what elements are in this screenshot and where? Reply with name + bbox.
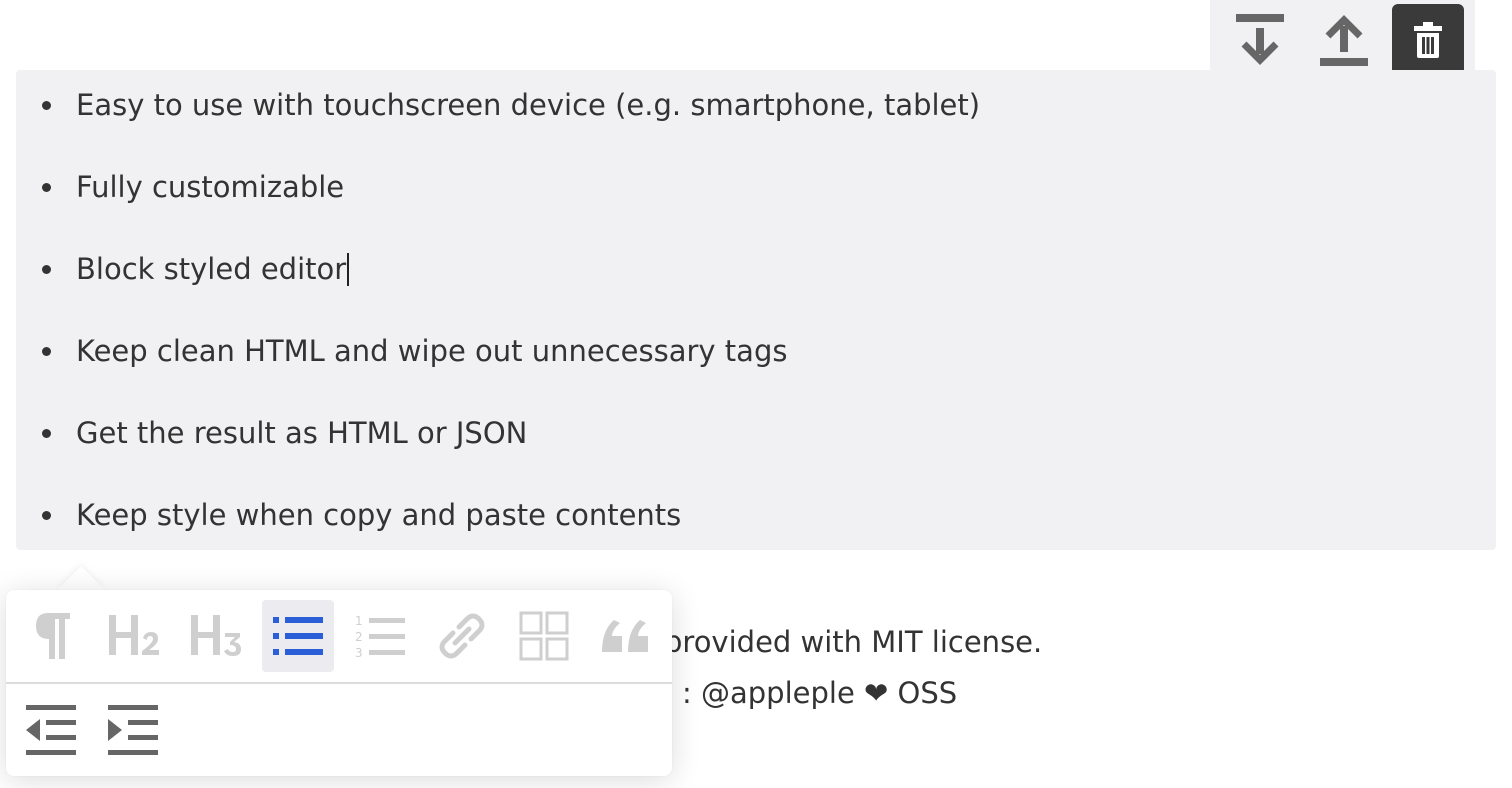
bullet-icon: [42, 429, 51, 438]
heading-3-icon: [191, 615, 241, 656]
toolbar-pointer: [57, 566, 105, 590]
list-item[interactable]: Easy to use with touchscreen device (e.g…: [42, 85, 981, 125]
list-item-text: Get the result as HTML or JSON: [76, 416, 528, 450]
bullet-icon: [42, 101, 51, 110]
block-controls: [1210, 0, 1475, 80]
move-block-up-button[interactable]: [1308, 4, 1380, 76]
list-item-text: Block styled editor: [76, 252, 347, 286]
list-item[interactable]: Block styled editor: [42, 249, 350, 289]
list-item-text: Easy to use with touchscreen device (e.g…: [76, 88, 981, 122]
toolbar-divider: [6, 682, 672, 684]
text-cursor: [347, 252, 350, 286]
bullet-icon: [42, 183, 51, 192]
heading-2-icon: [109, 615, 159, 655]
indent-button[interactable]: [98, 694, 170, 766]
list-item-text: Keep style when copy and paste contents: [76, 498, 682, 532]
svg-text:1: 1: [355, 614, 363, 628]
paragraph-button[interactable]: [16, 600, 88, 672]
outdent-icon: [26, 705, 76, 755]
editor-page: provided with MIT license. : @appleple ❤…: [0, 0, 1512, 788]
bullet-icon: [42, 347, 51, 356]
bullet-icon: [42, 511, 51, 520]
paragraph-icon: [36, 613, 70, 659]
arrow-down-to-bar-icon: [1236, 14, 1284, 65]
heading-2-button[interactable]: [98, 600, 170, 672]
numbered-list-icon: 1 2 3: [355, 614, 405, 658]
list-item-text: Keep clean HTML and wipe out unnecessary…: [76, 334, 788, 368]
trash-icon: [1414, 22, 1442, 58]
grid-button[interactable]: [508, 600, 580, 672]
list-item[interactable]: Get the result as HTML or JSON: [42, 413, 528, 453]
svg-text:2: 2: [355, 630, 363, 644]
delete-block-button[interactable]: [1392, 4, 1464, 76]
list-item[interactable]: Keep style when copy and paste contents: [42, 495, 682, 535]
bulleted-list-button[interactable]: [262, 600, 334, 672]
selected-list-block[interactable]: Easy to use with touchscreen device (e.g…: [16, 70, 1496, 550]
footer-license-text: provided with MIT license.: [664, 625, 1043, 659]
link-icon: [439, 613, 485, 659]
indent-icon: [108, 705, 158, 755]
bulleted-list-icon: [273, 617, 323, 655]
grid-icon: [519, 611, 569, 661]
bullet-icon: [42, 265, 51, 274]
list-item-text: Fully customizable: [76, 170, 345, 204]
block-type-toolbar: 1 2 3: [6, 590, 672, 776]
footer-credit-text: : @appleple ❤ OSS: [682, 676, 958, 710]
quote-button[interactable]: [590, 600, 662, 672]
svg-text:3: 3: [355, 646, 363, 658]
link-button[interactable]: [426, 600, 498, 672]
heading-3-button[interactable]: [180, 600, 252, 672]
list-item[interactable]: Keep clean HTML and wipe out unnecessary…: [42, 331, 788, 371]
numbered-list-button[interactable]: 1 2 3: [344, 600, 416, 672]
arrow-up-from-bar-icon: [1320, 15, 1368, 66]
move-block-down-button[interactable]: [1224, 4, 1296, 76]
quote-icon: [602, 620, 648, 652]
list-item[interactable]: Fully customizable: [42, 167, 345, 207]
outdent-button[interactable]: [16, 694, 88, 766]
